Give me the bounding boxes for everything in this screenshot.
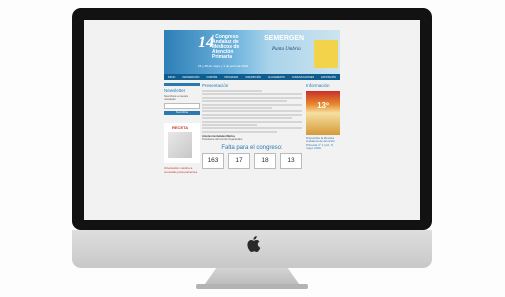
sidebar-header-bar [164, 83, 200, 86]
banner-city: Punta Umbría [272, 47, 301, 52]
text-line [202, 90, 262, 92]
info-title: Información [306, 83, 330, 88]
congress-banner[interactable]: 14 º Congreso Andaluz de Médicos de Aten… [164, 30, 340, 74]
newsletter-title: Newsletter [164, 88, 186, 93]
page-title: Presentación [202, 83, 229, 88]
newsletter-text: Suscríbete a nuestra newsletter [164, 95, 188, 101]
left-sidebar: Newsletter Suscríbete a nuestra newslett… [164, 83, 200, 174]
text-line [202, 113, 302, 116]
nav-item[interactable]: COMITÉS [206, 76, 217, 79]
text-line [202, 103, 302, 106]
imac-screen: 14 º Congreso Andaluz de Médicos de Aten… [84, 20, 420, 220]
countdown-minutes: 18 [254, 152, 276, 169]
banner-dates: 16 y 18 de mayo y 1 de junio de 2019 [198, 64, 249, 68]
text-line [202, 96, 302, 99]
photo-background: 14 º Congreso Andaluz de Médicos de Aten… [0, 0, 505, 297]
signature-role: Presidente del Comité Organizador [202, 137, 243, 141]
nav-item[interactable]: INFORMACIÓN [182, 76, 199, 79]
receta-image [168, 132, 192, 158]
apple-logo-icon [247, 236, 261, 252]
journal-cover-number: 13º [317, 101, 329, 110]
nav-item[interactable]: COMUNICACIONES [292, 76, 314, 79]
news-link[interactable]: Disponible la Revista Andaluza de Atenci… [306, 136, 340, 151]
text-line [202, 130, 277, 133]
countdown: 163 17 18 13 [202, 152, 302, 169]
text-line [202, 127, 302, 130]
nav-item[interactable]: ALOJAMIENTO [268, 76, 285, 79]
subscribe-button[interactable]: Suscribirse [164, 111, 200, 115]
text-line [202, 117, 292, 120]
email-field[interactable] [164, 103, 200, 109]
countdown-seconds: 13 [280, 152, 302, 169]
nav-item[interactable]: INICIO [168, 76, 175, 79]
receta-title: RECETA [172, 125, 189, 130]
banner-title: º Congreso Andaluz de Médicos de Atenció… [212, 34, 240, 60]
text-line [202, 93, 302, 96]
countdown-hours: 17 [228, 152, 250, 169]
text-line [202, 110, 302, 113]
nav-item[interactable]: EXPOSICIÓN [321, 76, 336, 79]
nav-item[interactable]: PROGRAMA [224, 76, 238, 79]
imac-stand [205, 268, 299, 284]
text-line [202, 123, 257, 126]
nav-item[interactable]: INSCRIPCIÓN [245, 76, 261, 79]
countdown-title: Falta para el congreso: [221, 144, 283, 151]
sidebar-footer-text[interactable]: Orientación médica a consultas para paci… [164, 166, 200, 174]
countdown-days: 163 [202, 152, 224, 169]
text-line [202, 120, 302, 123]
text-line [202, 100, 287, 103]
main-nav: INICIO INFORMACIÓN COMITÉS PROGRAMA INSC… [164, 74, 340, 80]
journal-cover[interactable]: 13º [306, 91, 340, 135]
receta-banner[interactable]: RECETA [164, 123, 200, 163]
banner-brand: SEMERGEN [264, 35, 305, 42]
text-line [202, 106, 272, 109]
imac-stand-base [196, 284, 308, 289]
main-content: Presentación Antonio Hernández Martos Pr… [202, 83, 302, 169]
right-sidebar: Información 13º Disponible la Revista An… [306, 83, 340, 151]
banner-side-logo [314, 40, 338, 68]
